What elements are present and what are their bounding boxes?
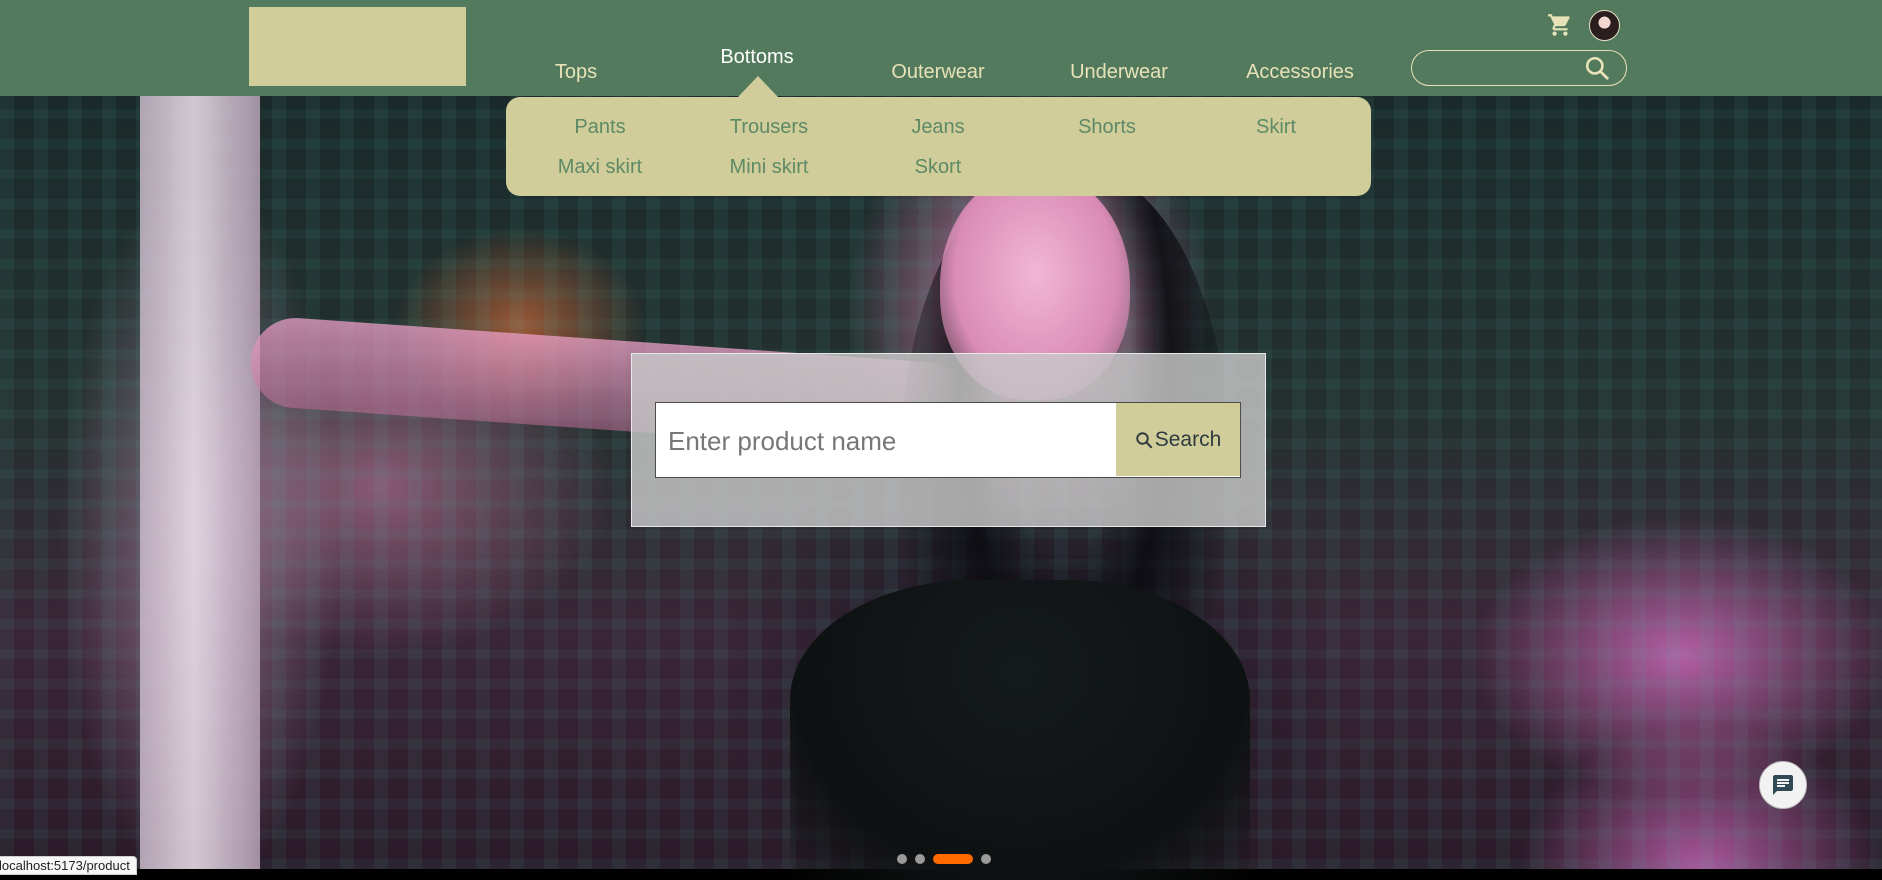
dropdown-item-mini-skirt[interactable]: Mini skirt [730,156,809,179]
search-icon[interactable] [1584,55,1610,81]
search-button-label: Search [1154,427,1222,451]
user-avatar[interactable] [1589,10,1620,41]
carousel-dot[interactable] [915,854,925,864]
dropdown-item-trousers[interactable]: Trousers [730,116,808,139]
chat-icon [1773,775,1793,795]
dropdown-item-skort[interactable]: Skort [915,156,962,179]
nav-item-bottoms[interactable]: Bottoms [720,46,793,69]
dropdown-caret [738,76,778,97]
cart-icon[interactable] [1547,12,1573,38]
carousel-dot[interactable] [981,854,991,864]
search-icon [1135,431,1152,448]
hero-search-box: Search [655,402,1241,478]
carousel-dot[interactable] [933,854,973,864]
product-search-button[interactable]: Search [1116,403,1240,476]
chat-button[interactable] [1759,761,1807,809]
dropdown-item-shorts[interactable]: Shorts [1078,116,1136,139]
dropdown-item-pants[interactable]: Pants [574,116,625,139]
site-header: Tops Bottoms Outerwear Underwear Accesso… [0,0,1882,96]
dropdown-item-skirt[interactable]: Skirt [1256,116,1296,139]
nav-item-outerwear[interactable]: Outerwear [891,61,984,84]
nav-item-accessories[interactable]: Accessories [1246,61,1354,84]
nav-item-underwear[interactable]: Underwear [1070,61,1168,84]
nav-item-tops[interactable]: Tops [555,61,597,84]
header-search-input[interactable] [1426,55,1590,83]
hero-model-outfit [790,580,1250,880]
status-bar-url: localhost:5173/product [0,856,137,875]
hero-sticker-pole [140,96,260,869]
carousel-dot[interactable] [897,854,907,864]
bottoms-dropdown-menu: Pants Trousers Jeans Shorts Skirt Maxi s… [506,97,1371,196]
site-logo[interactable] [249,7,466,86]
dropdown-item-jeans[interactable]: Jeans [911,116,964,139]
product-search-input[interactable] [666,417,1110,465]
carousel-indicators [897,854,991,864]
dropdown-item-maxi-skirt[interactable]: Maxi skirt [558,156,642,179]
